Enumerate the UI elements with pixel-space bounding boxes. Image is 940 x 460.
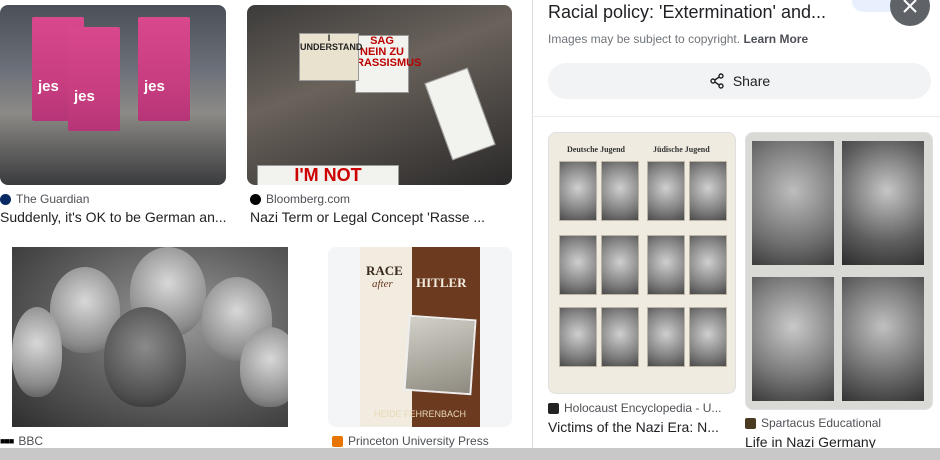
banner-text: jes <box>144 78 165 95</box>
protest-sign: I'M NOT <box>257 165 399 185</box>
bbc-favicon-icon: ■■■ <box>0 436 14 446</box>
protest-sign: I UNDERSTAND <box>299 33 362 81</box>
result-source-guardian[interactable]: The Guardian <box>0 192 89 206</box>
related-title-holocaust[interactable]: Victims of the Nazi Era: N... <box>548 419 728 435</box>
panel-divider <box>532 0 533 460</box>
bloomberg-favicon-icon <box>250 193 261 205</box>
banner-text: jes <box>38 78 59 95</box>
related-image-holocaust[interactable]: Deutsche Jugend Jüdische Jugend <box>548 132 736 394</box>
book-title-race: RACE <box>366 263 403 278</box>
horizontal-scrollbar[interactable] <box>0 448 940 460</box>
banner-text: jes <box>74 88 95 105</box>
close-button[interactable] <box>890 0 930 26</box>
guardian-favicon-icon <box>0 193 11 205</box>
result-image-bbc[interactable] <box>12 247 288 427</box>
related-source-spartacus[interactable]: Spartacus Educational <box>745 416 881 430</box>
result-source-princeton[interactable]: Princeton University Press <box>332 434 489 448</box>
result-title-bloomberg[interactable]: Nazi Term or Legal Concept 'Rasse ... <box>250 209 520 225</box>
related-source-holocaust[interactable]: Holocaust Encyclopedia - U... <box>548 401 721 415</box>
learn-more-link[interactable]: Learn More <box>743 32 808 46</box>
holocaust-encyclopedia-favicon-icon <box>548 402 559 414</box>
related-image-spartacus[interactable] <box>745 132 933 410</box>
image-header-left: Deutsche Jugend <box>567 145 626 154</box>
result-image-bloomberg[interactable]: SAG NEIN ZU RASSISMUS I UNDERSTAND I'M N… <box>247 5 512 185</box>
result-source-bbc[interactable]: ■■■ BBC <box>0 434 43 448</box>
book-author: HEIDE FEHRENBACH <box>373 409 466 419</box>
princeton-favicon-icon <box>332 435 343 447</box>
share-label: Share <box>732 73 771 89</box>
result-image-guardian[interactable]: jes jes jes <box>0 5 226 185</box>
copyright-notice: Images may be subject to copyright. Lear… <box>548 32 808 46</box>
result-title-guardian[interactable]: Suddenly, it's OK to be German an... <box>0 209 226 225</box>
close-icon <box>903 0 917 13</box>
panel-title[interactable]: Racial policy: 'Extermination' and... <box>548 2 826 23</box>
image-header-right: Jüdische Jugend <box>653 145 710 154</box>
share-icon <box>710 73 724 89</box>
book-title-hitler: HITLER <box>416 275 467 290</box>
book-title-after: after <box>372 278 393 290</box>
result-source-bloomberg[interactable]: Bloomberg.com <box>250 192 350 206</box>
protest-sign: SAG NEIN ZU RASSISMUS <box>355 35 421 93</box>
result-image-princeton[interactable]: RACE after HITLER HEIDE FEHRENBACH <box>328 247 512 427</box>
share-button[interactable]: Share <box>548 63 931 99</box>
spartacus-favicon-icon <box>745 417 756 429</box>
copyright-text: Images may be subject to copyright. <box>548 32 741 46</box>
section-separator <box>532 116 940 117</box>
